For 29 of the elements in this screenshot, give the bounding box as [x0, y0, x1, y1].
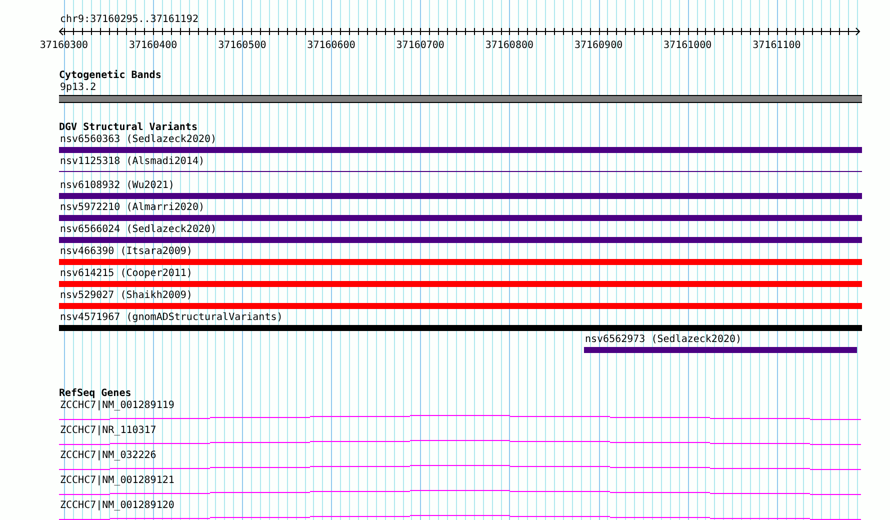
track-title: DGV Structural Variants — [59, 122, 198, 134]
tick-label: 37160800 — [485, 40, 534, 52]
tick-label: 37161000 — [664, 40, 712, 52]
tick-label: 37160700 — [396, 40, 444, 52]
tick-label: 37161100 — [752, 40, 801, 52]
gene-label: ZCCHC7|NM_032226 — [60, 450, 158, 462]
band-label: 9p13.2 — [60, 82, 98, 94]
gene-label: ZCCHC7|NM_001289121 — [60, 475, 176, 487]
variant-label: nsv5972210 (Almarri2020) — [60, 202, 206, 214]
variant-label: nsv1125318 (Alsmadi2014) — [60, 156, 206, 168]
gene-label: ZCCHC7|NR_110317 — [60, 425, 158, 437]
tick-label: 37160300 — [40, 40, 88, 52]
variant-label: nsv614215 (Cooper2011) — [60, 268, 194, 280]
gene-label: ZCCHC7|NM_001289119 — [60, 400, 176, 412]
gene-label: ZCCHC7|NM_001289120 — [60, 500, 176, 512]
variant-label: nsv466390 (Itsara2009) — [60, 246, 194, 258]
variant-label: nsv4571967 (gnomADStructuralVariants) — [60, 312, 284, 324]
variant-label: nsv6562973 (Sedlazeck2020) — [585, 334, 743, 346]
track-title: RefSeq Genes — [59, 388, 132, 400]
tick-label: 37160400 — [129, 40, 178, 52]
variant-label: nsv6560363 (Sedlazeck2020) — [60, 134, 218, 146]
tick-label: 37160900 — [574, 40, 623, 52]
tick-label: 37160500 — [218, 40, 266, 52]
track-title: Cytogenetic Bands — [59, 70, 162, 82]
variant-label: nsv6108932 (Wu2021) — [60, 180, 176, 192]
variant-label: nsv6566024 (Sedlazeck2020) — [60, 224, 218, 236]
variant-label: nsv529027 (Shaikh2009) — [60, 290, 194, 302]
tick-label: 37160600 — [307, 40, 356, 52]
region-coordinates: chr9:37160295..37161192 — [60, 14, 200, 26]
